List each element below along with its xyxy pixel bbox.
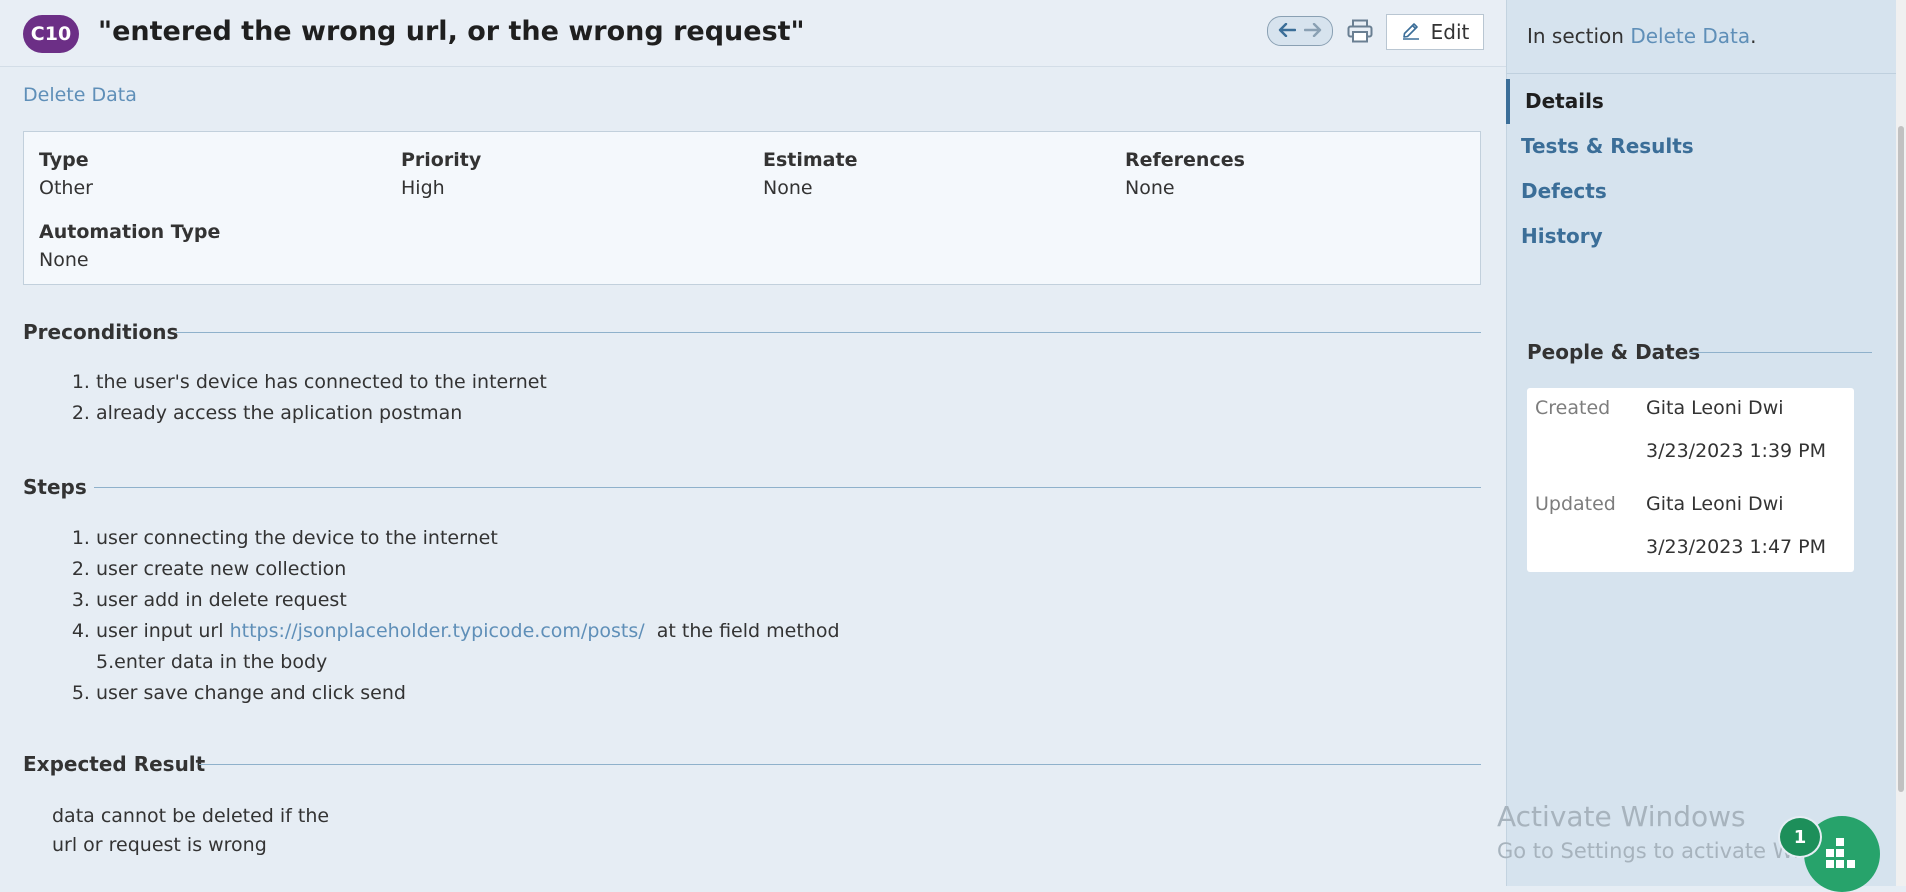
sidebar-tabs: Details Tests & Results Defects History [1506, 79, 1896, 259]
step-text: at the field method [644, 620, 840, 642]
field-value: None [763, 177, 813, 199]
list-item: user create new collection [96, 554, 840, 585]
list-item: already access the aplication postman [96, 398, 547, 429]
field-value: High [401, 177, 445, 199]
expected-line: url or request is wrong [52, 834, 267, 856]
in-section-suffix: . [1750, 24, 1757, 48]
field-value: Other [39, 177, 93, 199]
prev-next-nav[interactable] [1267, 16, 1333, 46]
divider [1690, 352, 1872, 353]
created-at: 3/23/2023 1:39 PM [1646, 440, 1827, 462]
step-subtext: 5.enter data in the body [96, 651, 328, 673]
case-title: "entered the wrong url, or the wrong req… [98, 16, 805, 47]
step-url-link[interactable]: https://jsonplaceholder.typicode.com/pos… [230, 620, 645, 642]
arrow-right-icon[interactable] [1303, 22, 1322, 41]
divider [199, 764, 1481, 765]
fields-panel: Type Other Priority High Estimate None R… [23, 131, 1481, 285]
field-estimate: Estimate None [763, 149, 857, 199]
expected-result-heading: Expected Result [23, 752, 206, 776]
field-label: Type [39, 149, 89, 171]
divider [176, 332, 1481, 333]
field-references: References None [1125, 149, 1245, 199]
tab-history[interactable]: History [1506, 214, 1896, 259]
list-item: the user's device has connected to the i… [96, 367, 547, 398]
divider [1506, 73, 1896, 74]
divider [94, 487, 1481, 488]
field-automation-type: Automation Type None [39, 221, 220, 271]
tab-details[interactable]: Details [1506, 79, 1896, 124]
edit-button[interactable]: Edit [1386, 14, 1484, 50]
scrollbar-thumb[interactable] [1898, 126, 1904, 792]
preconditions-list: the user's device has connected to the i… [50, 367, 547, 429]
notification-badge: 1 [1778, 816, 1822, 858]
tab-defects[interactable]: Defects [1506, 169, 1896, 214]
created-label: Created [1535, 397, 1611, 419]
step-text: user input url [96, 620, 230, 642]
expected-result-text: data cannot be deleted if the url or req… [52, 802, 329, 860]
steps-list: user connecting the device to the intern… [50, 523, 840, 709]
updated-label: Updated [1535, 493, 1616, 515]
field-priority: Priority High [401, 149, 481, 199]
list-item: user add in delete request [96, 585, 840, 616]
people-dates-heading: People & Dates [1527, 340, 1701, 364]
field-label: References [1125, 149, 1245, 171]
edit-label: Edit [1430, 20, 1470, 44]
field-value: None [39, 249, 89, 271]
field-label: Priority [401, 149, 482, 171]
field-label: Automation Type [39, 221, 221, 243]
expected-line: data cannot be deleted if the [52, 805, 330, 827]
list-item: user save change and click send [96, 678, 840, 709]
main-panel: C10 "entered the wrong url, or the wrong… [0, 0, 1506, 886]
updated-at: 3/23/2023 1:47 PM [1646, 536, 1827, 558]
pencil-icon [1401, 20, 1421, 45]
tab-tests-results[interactable]: Tests & Results [1506, 124, 1896, 169]
in-section-link[interactable]: Delete Data [1630, 24, 1750, 48]
grid-icon [1822, 832, 1862, 876]
field-value: None [1125, 177, 1175, 199]
updated-by: Gita Leoni Dwi [1646, 493, 1784, 515]
in-section-text: In section Delete Data. [1527, 24, 1757, 48]
field-type: Type Other [39, 149, 93, 199]
section-breadcrumb-link[interactable]: Delete Data [23, 84, 137, 106]
list-item: user connecting the device to the intern… [96, 523, 840, 554]
in-section-prefix: In section [1527, 24, 1631, 48]
steps-heading: Steps [23, 475, 87, 499]
case-id-badge: C10 [23, 15, 79, 53]
list-item: user input url https://jsonplaceholder.t… [96, 616, 840, 678]
people-dates-card: Created Gita Leoni Dwi 3/23/2023 1:39 PM… [1527, 388, 1854, 572]
case-header: C10 "entered the wrong url, or the wrong… [0, 0, 1506, 67]
arrow-left-icon[interactable] [1278, 22, 1297, 41]
print-icon[interactable] [1345, 16, 1375, 46]
field-label: Estimate [763, 149, 858, 171]
created-by: Gita Leoni Dwi [1646, 397, 1784, 419]
preconditions-heading: Preconditions [23, 320, 179, 344]
